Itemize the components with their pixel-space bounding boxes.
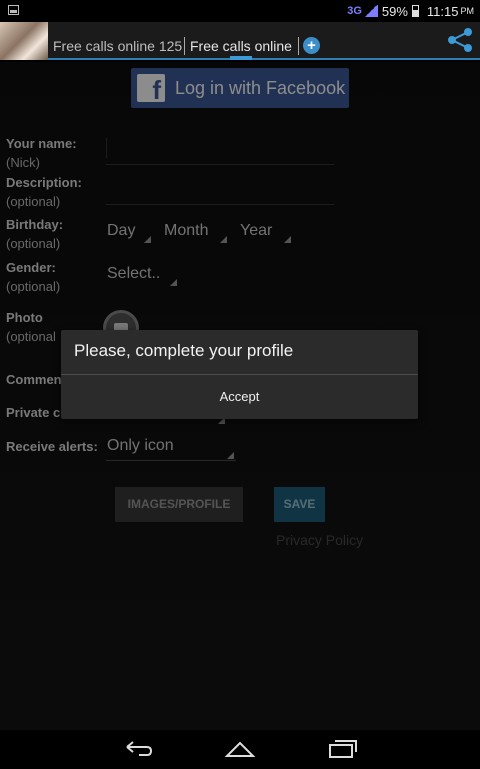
action-bar: Free calls online 125 Free calls online … bbox=[0, 22, 480, 60]
notification-icon bbox=[8, 5, 19, 15]
status-bar: 3G 59% 11:15 PM bbox=[0, 0, 480, 22]
home-icon[interactable] bbox=[223, 738, 257, 760]
battery-icon bbox=[411, 5, 419, 17]
signal-icon bbox=[363, 5, 378, 17]
share-icon[interactable] bbox=[446, 26, 474, 54]
tab-indicator bbox=[230, 56, 252, 60]
battery-percent: 59% bbox=[381, 3, 408, 19]
clock: 11:15 bbox=[426, 3, 459, 19]
tab-divider bbox=[298, 37, 299, 55]
tab-divider bbox=[184, 37, 185, 55]
back-icon[interactable] bbox=[121, 738, 155, 760]
navigation-bar bbox=[0, 730, 480, 769]
recents-icon[interactable] bbox=[326, 738, 360, 760]
add-icon[interactable]: + bbox=[303, 37, 320, 54]
status-indicators: 3G 59% 11:15 PM bbox=[347, 3, 474, 19]
tab-free-calls-125[interactable]: Free calls online 125 bbox=[53, 38, 182, 54]
network-type: 3G bbox=[347, 5, 362, 17]
dialog-title: Please, complete your profile bbox=[74, 341, 294, 360]
clock-ampm: PM bbox=[460, 6, 475, 16]
complete-profile-dialog: Please, complete your profile Accept bbox=[61, 330, 418, 419]
tab-free-calls-online[interactable]: Free calls online bbox=[190, 38, 292, 54]
app-thumbnail[interactable] bbox=[0, 22, 48, 60]
accept-button[interactable]: Accept bbox=[61, 375, 418, 419]
